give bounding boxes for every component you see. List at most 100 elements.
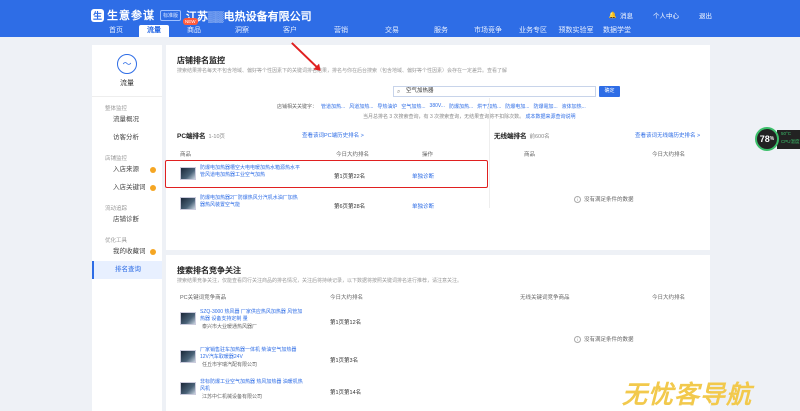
product-title-link[interactable]: 防爆电加热器2厂防爆热风分汽机水油厂加热器热风装置空气能: [200, 195, 302, 209]
nav-service[interactable]: 服务: [417, 25, 465, 37]
sidebar-header: 〜 流量: [92, 45, 162, 97]
table-row: SZQ-3000 热风器 厂家供应热风加热器 风管加热器 设备支持定制 量 泰兴…: [166, 307, 486, 331]
panel-description: 搜索结果排名每天不包含地域、偏好等个性因素下的关键词排名结果，排名与你在后台搜索…: [177, 68, 508, 74]
product-thumbnail[interactable]: [180, 197, 196, 210]
panel-title: 店铺排名监控: [177, 56, 225, 65]
sidebar-group: 优化工具: [105, 238, 128, 244]
nav-marketing[interactable]: 营销: [315, 25, 367, 37]
edition-badge: 标准版: [160, 9, 182, 21]
hint-link[interactable]: 成本数据来源查询说明: [526, 114, 576, 120]
suggest-link[interactable]: 防爆电加...: [505, 103, 529, 110]
suggest-link[interactable]: 风道加热...: [349, 103, 373, 110]
table-header: PC关键词竞争商品 今日大约排名 无线关键词竞争商品 今日大约排名: [180, 295, 686, 301]
main-nav: 首页 流量 商品 NEW 洞察 客户 营销 交易 服务 市场竞争 业务专区 预数实…: [95, 18, 637, 37]
notice-dot: [150, 185, 156, 191]
wireless-empty-state: i 没有满足条件的数据: [574, 195, 634, 203]
notice-dot: [150, 249, 156, 255]
highlight-box: [165, 160, 488, 188]
cpu-widget[interactable]: 50°C CPU温度 78%: [755, 127, 800, 152]
nav-business-zone[interactable]: 业务专区: [511, 25, 555, 37]
notice-dot: [150, 167, 156, 173]
traffic-icon: 〜: [117, 53, 137, 74]
sidebar-group: 流动追踪: [105, 206, 128, 212]
logout-link[interactable]: 退出: [699, 10, 712, 20]
panel-title: 搜索排名竞争关注: [177, 266, 241, 275]
query-hint: 当月总排名 3 次搜索查询，有 3 次搜索查询，无结果查询将不扣除次数。 成本数…: [363, 114, 576, 120]
top-bar: 生 生意参谋 标准版 江苏▒▒电热设备有限公司 🔔 消息 个人中心 退出 首页 流…: [0, 0, 800, 37]
top-links: 🔔 消息 个人中心 退出: [609, 10, 712, 20]
keyword-search-input[interactable]: ⌕ 空气加热器: [393, 86, 596, 97]
sidebar-item-rank-query[interactable]: 排名查询: [92, 261, 162, 279]
sidebar-group: 店铺监控: [105, 156, 128, 162]
column-divider: [489, 98, 490, 208]
table-row: 厂家销售驻车加热器一体机 柴油空气加热器12V汽车取暖器24V 任丘市宇瑞汽配有…: [166, 345, 486, 369]
suggest-link[interactable]: 空气加热...: [401, 103, 425, 110]
app-logo[interactable]: 生 生意参谋 标准版: [91, 8, 182, 22]
rank-value: 第6页第28名: [334, 204, 366, 210]
suggest-label: 店铺相关关键字：: [277, 104, 318, 110]
wireless-rank-heading: 无线端排名 前600名: [494, 133, 550, 140]
personal-center-link[interactable]: 个人中心: [653, 10, 679, 20]
suggest-link[interactable]: 液体加热...: [562, 103, 586, 110]
wireless-history-link[interactable]: 查看该词无线端历史排名 >: [635, 131, 700, 139]
nav-market[interactable]: 市场竞争: [465, 25, 511, 37]
suggest-link[interactable]: 380V...: [430, 103, 445, 110]
rank-value: 第1页第14名: [330, 390, 362, 396]
messages-link[interactable]: 🔔 消息: [609, 10, 633, 20]
product-title-link[interactable]: SZQ-3000 热风器 厂家供应热风加热器 风管加热器 设备支持定制 量: [200, 309, 305, 323]
product-title-link[interactable]: 非标防爆工业空气加热器 热风加热器 油暖机热风机: [200, 379, 305, 393]
suggest-link[interactable]: 防爆電加...: [533, 103, 557, 110]
nav-lab[interactable]: 预数实验室: [555, 25, 597, 37]
product-thumbnail[interactable]: [180, 312, 196, 325]
shop-name: 泰兴市大业暖通热风器厂: [202, 324, 258, 330]
suggest-link[interactable]: 导热油炉: [377, 103, 397, 110]
nav-products[interactable]: 商品 NEW: [169, 18, 219, 37]
rank-value: 第1页第12名: [330, 320, 362, 326]
nav-customers[interactable]: 客户: [265, 25, 315, 37]
rank-monitor-panel: 店铺排名监控 搜索结果排名每天不包含地域、偏好等个性因素下的关键词排名结果，排名…: [166, 45, 710, 250]
nav-traffic[interactable]: 流量: [139, 25, 169, 37]
usage-gauge: 78%: [755, 127, 779, 151]
shop-name: 任丘市宇瑞汽配有限公司: [202, 362, 258, 368]
shop-name: 江苏中仁机械设备有限公司: [202, 394, 263, 400]
sidebar-group: 整体监控: [105, 106, 128, 112]
pc-rank-heading: PC端排名 1-10页: [177, 133, 226, 140]
competition-empty-state: i 没有满足条件的数据: [574, 335, 634, 343]
suggest-link[interactable]: 管道加热...: [321, 103, 345, 110]
sidebar-item-traffic-overview[interactable]: 流量概况: [92, 111, 162, 129]
rank-value: 第1页第3名: [330, 358, 359, 364]
sidebar: 〜 流量 整体监控 流量概况 访客分析 店铺监控 入店来源 入店关键词 流动追踪…: [92, 45, 162, 411]
table-header: 商品 今日大约排名 操作 商品 今日大约排名: [180, 152, 686, 158]
sidebar-item-visitor-analysis[interactable]: 访客分析: [92, 129, 162, 147]
info-icon: i: [574, 335, 581, 343]
pc-history-link[interactable]: 查看该词PC端历史排名 >: [302, 131, 364, 139]
table-row: 非标防爆工业空气加热器 热风加热器 油暖机热风机 江苏中仁机械设备有限公司 第1…: [166, 377, 486, 401]
product-thumbnail[interactable]: [180, 382, 196, 395]
diagnose-button[interactable]: 单独诊断: [412, 202, 434, 210]
sidebar-item-entry-keywords[interactable]: 入店关键词: [92, 179, 162, 197]
panel-description: 搜索结果竞争关注，仅能查看同行关注商品的排名情况，关注后将持续记录，以下数据将按…: [177, 278, 463, 284]
logo-icon: 生: [91, 8, 104, 22]
table-row: 防爆电加热器2厂防爆热风分汽机水油厂加热器热风装置空气能 第6页第28名 单独诊…: [166, 193, 486, 217]
app-title: 生意参谋: [107, 10, 155, 22]
nav-academy[interactable]: 数据学堂: [597, 25, 637, 37]
bell-icon: 🔔: [608, 12, 617, 19]
sidebar-title: 流量: [120, 79, 134, 87]
product-title-link[interactable]: 厂家销售驻车加热器一体机 柴油空气加热器12V汽车取暖器24V: [200, 347, 305, 361]
nav-home[interactable]: 首页: [95, 25, 137, 37]
info-icon: i: [574, 195, 581, 203]
nav-insight[interactable]: 洞察: [219, 25, 265, 37]
new-badge: NEW: [183, 18, 198, 25]
sidebar-item-shop-diagnosis[interactable]: 店铺诊断: [92, 211, 162, 229]
cpu-info: 50°C CPU温度: [777, 130, 800, 149]
site-watermark: 无忧客导航: [622, 380, 753, 409]
sidebar-item-entry-source[interactable]: 入店来源: [92, 161, 162, 179]
shop-name: 江苏▒▒电热设备有限公司: [186, 11, 312, 23]
product-thumbnail[interactable]: [180, 350, 196, 363]
keyword-suggestions: 店铺相关关键字： 管道加热... 风道加热... 导热油炉 空气加热... 38…: [277, 103, 586, 110]
search-icon: ⌕: [397, 89, 401, 95]
confirm-button[interactable]: 确定: [599, 86, 620, 97]
nav-trade[interactable]: 交易: [367, 25, 417, 37]
suggest-link[interactable]: 防爆加热...: [449, 103, 473, 110]
sidebar-item-favorite-words[interactable]: 我的收藏词: [92, 243, 162, 261]
